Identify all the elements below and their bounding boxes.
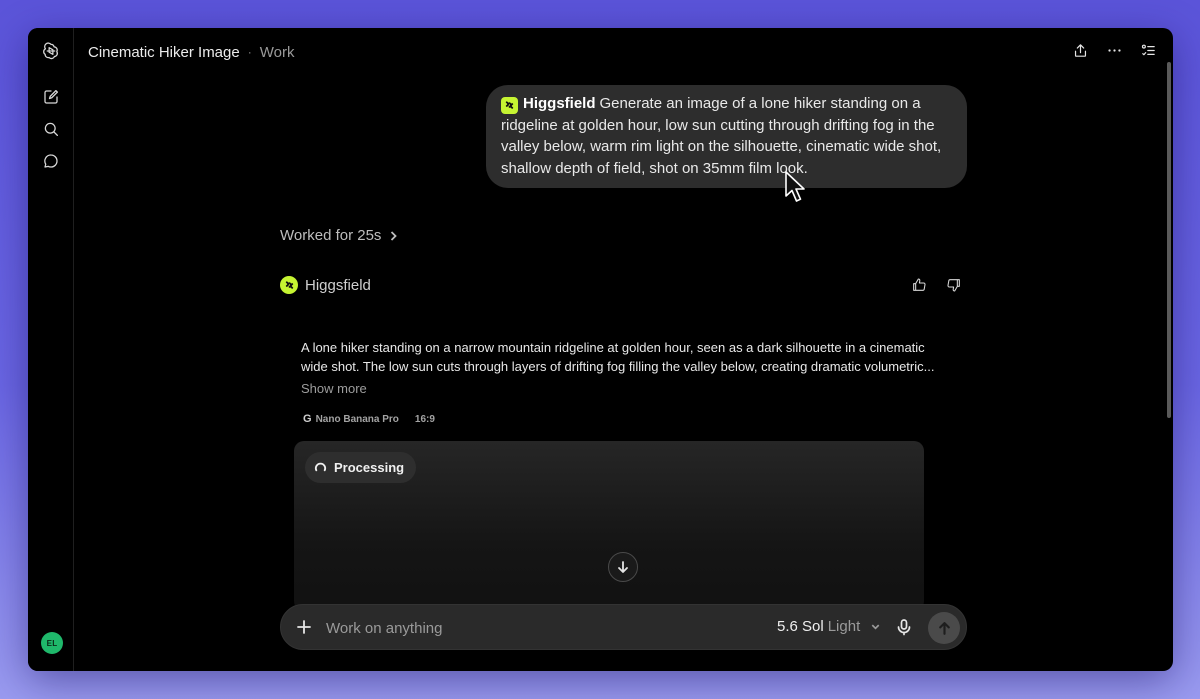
feedback-buttons <box>910 276 962 293</box>
conversation-title[interactable]: Cinematic Hiker Image <box>88 44 240 61</box>
model-variant: Light <box>827 618 861 635</box>
new-chat-icon[interactable] <box>41 87 61 107</box>
worked-duration-toggle[interactable]: Worked for 25s <box>280 227 399 244</box>
app-window: EL Cinematic Hiker Image · Work Higgsfie… <box>28 28 1173 671</box>
arrow-down-icon <box>618 561 628 573</box>
thumbs-up-icon[interactable] <box>910 276 927 293</box>
more-options-icon[interactable] <box>1105 41 1123 59</box>
processing-label: Processing <box>334 460 405 475</box>
breadcrumb: Cinematic Hiker Image · Work <box>88 41 294 63</box>
add-attachment-icon[interactable] <box>295 618 313 636</box>
chevron-right-icon <box>391 230 398 241</box>
microphone-icon[interactable] <box>895 618 913 636</box>
higgsfield-logo-icon <box>280 276 298 294</box>
generation-meta: G Nano Banana Pro 16:9 <box>303 413 435 425</box>
google-logo-icon: G <box>303 413 312 425</box>
mouse-cursor-icon <box>785 171 805 202</box>
model-name: 5.6 Sol <box>777 618 824 635</box>
description-line-2: wide shot. The low sun cuts through laye… <box>301 358 935 374</box>
openai-logo-icon[interactable] <box>41 41 61 61</box>
user-avatar[interactable]: EL <box>41 632 63 654</box>
send-button[interactable] <box>928 612 960 644</box>
aspect-ratio-tag: 16:9 <box>414 413 435 425</box>
worked-duration-label: Worked for 25s <box>280 227 382 244</box>
checklist-icon[interactable] <box>1139 41 1157 59</box>
chevron-down-icon <box>871 624 880 630</box>
model-tag: G Nano Banana Pro <box>303 413 399 425</box>
header-actions <box>1071 41 1157 59</box>
share-icon[interactable] <box>1071 41 1089 59</box>
search-icon[interactable] <box>41 119 61 139</box>
image-description: A lone hiker standing on a narrow mounta… <box>301 339 951 376</box>
breadcrumb-separator: · <box>247 45 252 59</box>
composer: 5.6 Sol Light <box>280 604 967 650</box>
spinner-icon <box>314 462 327 472</box>
higgsfield-logo-icon <box>501 97 518 114</box>
arrow-up-icon <box>938 621 950 635</box>
composer-input[interactable] <box>326 617 706 639</box>
thumbs-down-icon[interactable] <box>945 276 962 293</box>
user-message-bubble: Higgsfield Generate an image of a lone hi… <box>486 85 967 188</box>
image-preview-card: Processing <box>294 441 924 611</box>
agent-header: Higgsfield <box>280 276 371 294</box>
scrollbar[interactable] <box>1167 62 1171 418</box>
description-line-1: A lone hiker standing on a narrow mounta… <box>301 340 925 355</box>
chat-bubble-icon[interactable] <box>41 151 61 171</box>
scroll-down-button[interactable] <box>608 552 638 582</box>
model-selector[interactable]: 5.6 Sol Light <box>777 618 881 635</box>
sidebar-rail: EL <box>28 28 74 671</box>
agent-name: Higgsfield <box>305 276 371 294</box>
show-more-link[interactable]: Show more <box>301 381 367 396</box>
agent-mention[interactable]: Higgsfield <box>523 95 596 112</box>
processing-badge: Processing <box>305 452 417 483</box>
project-name[interactable]: Work <box>260 44 295 61</box>
